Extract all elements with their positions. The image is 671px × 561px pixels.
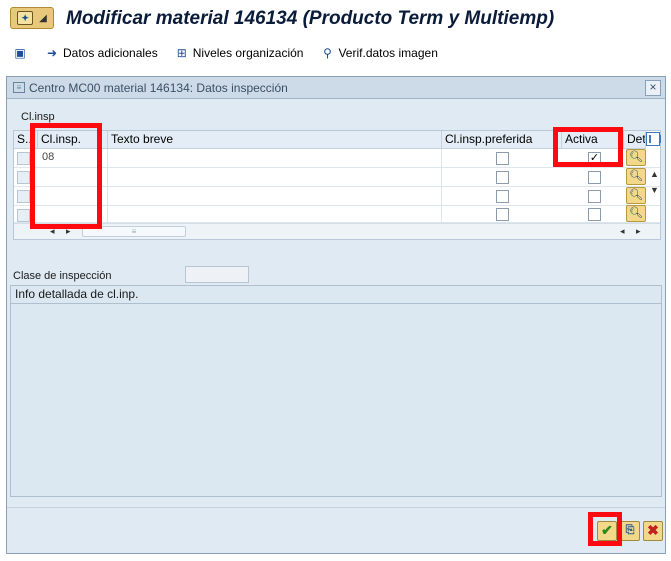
table-row: 🔍︎ bbox=[14, 187, 660, 206]
arrow-right-icon: ➜ bbox=[46, 46, 58, 60]
datos-adicionales-label: Datos adicionales bbox=[63, 46, 158, 60]
scroll-right-icon[interactable]: ▸ bbox=[636, 226, 641, 237]
scroll-left-icon[interactable]: ◂ bbox=[50, 226, 55, 237]
texto-breve-cell bbox=[108, 187, 442, 205]
datos-adicionales-button[interactable]: ➜ Datos adicionales bbox=[44, 46, 158, 60]
copy-icon: ⎘ bbox=[625, 524, 635, 536]
texto-breve-cell bbox=[108, 206, 442, 223]
close-icon: × bbox=[649, 80, 657, 94]
cancel-button[interactable]: ✖ bbox=[643, 521, 663, 541]
scroll-thumb[interactable]: ≡ bbox=[82, 226, 186, 237]
niveles-organizacion-label: Niveles organización bbox=[192, 46, 304, 60]
inspection-types-table: S... Cl.insp. Texto breve Cl.insp.prefer… bbox=[13, 130, 661, 240]
dialog-footer: ✔ ⎘ ✖ bbox=[7, 507, 665, 553]
confirm-button[interactable]: ✔ bbox=[597, 521, 617, 541]
column-header-activa[interactable]: Activa bbox=[562, 131, 624, 149]
clase-inspeccion-label: Clase de inspección bbox=[13, 270, 112, 282]
checkmark-icon: ✓ bbox=[589, 152, 600, 164]
row-select[interactable] bbox=[17, 171, 30, 184]
window-title: Modificar material 146134 (Producto Term… bbox=[66, 8, 555, 29]
checkmark-icon: ✔ bbox=[601, 522, 613, 538]
cl-insp-cell[interactable] bbox=[38, 168, 108, 186]
niveles-organizacion-button[interactable]: ⊞ Niveles organización bbox=[174, 46, 304, 60]
group-label: Cl.insp bbox=[21, 111, 55, 123]
activa-checkbox[interactable]: ✓ bbox=[588, 152, 601, 165]
clase-inspeccion-field[interactable] bbox=[185, 266, 249, 283]
layout-icon: ▣ bbox=[14, 46, 26, 60]
dropdown-icon: ◢ bbox=[39, 12, 47, 24]
verif-datos-imagen-button[interactable]: ⚲ Verif.datos imagen bbox=[319, 46, 438, 60]
details-button[interactable]: 🔍︎ bbox=[626, 187, 646, 204]
magnifier-icon: 🔍︎ bbox=[629, 207, 643, 219]
column-config-icon[interactable] bbox=[646, 132, 661, 146]
cl-insp-cell[interactable] bbox=[38, 187, 108, 205]
activa-checkbox[interactable] bbox=[588, 190, 601, 203]
dialog-title: Centro MC00 material 146134: Datos inspe… bbox=[29, 80, 288, 95]
info-detallada-title: Info detallada de cl.inp. bbox=[11, 286, 661, 304]
menu-button[interactable]: ✦ ◢ bbox=[10, 7, 54, 29]
row-select[interactable] bbox=[17, 190, 30, 203]
horizontal-scrollbar[interactable]: ◂ ▸ ≡ ◂ ▸ bbox=[14, 223, 660, 239]
cl-insp-cell[interactable] bbox=[38, 206, 108, 223]
org-levels-icon: ⊞ bbox=[176, 46, 187, 60]
cancel-icon: ✖ bbox=[647, 522, 659, 538]
scroll-left-icon[interactable]: ◂ bbox=[620, 226, 625, 237]
preferida-checkbox[interactable] bbox=[496, 171, 509, 184]
column-header-cl-insp[interactable]: Cl.insp. bbox=[38, 131, 108, 149]
application-toolbar: ▣ ➜ Datos adicionales ⊞ Niveles organiza… bbox=[0, 38, 671, 68]
details-button[interactable]: 🔍︎ bbox=[626, 168, 646, 185]
scroll-up-icon[interactable]: ▲ bbox=[650, 169, 659, 179]
inspection-data-dialog: ≡ Centro MC00 material 146134: Datos ins… bbox=[6, 76, 666, 554]
table-row: 🔍︎ bbox=[14, 205, 660, 223]
row-select[interactable] bbox=[17, 152, 30, 165]
preferida-checkbox[interactable] bbox=[496, 190, 509, 203]
magnifier-icon: 🔍︎ bbox=[629, 151, 643, 163]
texto-breve-cell bbox=[108, 149, 442, 167]
column-header-preferida[interactable]: Cl.insp.preferida bbox=[442, 131, 562, 149]
activa-checkbox[interactable] bbox=[588, 171, 601, 184]
close-button[interactable]: × bbox=[645, 80, 661, 96]
check-data-icon: ⚲ bbox=[323, 46, 332, 60]
magnifier-icon: 🔍︎ bbox=[629, 189, 643, 201]
transfer-button[interactable]: ⎘ bbox=[620, 521, 640, 541]
activa-checkbox[interactable] bbox=[588, 208, 601, 221]
vertical-scrollbar[interactable]: ▲ ▼ bbox=[650, 149, 660, 223]
details-button[interactable]: 🔍︎ bbox=[626, 205, 646, 222]
column-header-texto-breve[interactable]: Texto breve bbox=[108, 131, 442, 149]
preferida-checkbox[interactable] bbox=[496, 208, 509, 221]
table-row: 🔍︎ bbox=[14, 168, 660, 187]
title-bar: ✦ ◢ Modificar material 146134 (Producto … bbox=[0, 0, 671, 38]
column-header-det[interactable]: Det. bbox=[624, 131, 646, 149]
dialog-icon: ≡ bbox=[13, 82, 25, 93]
dialog-header: ≡ Centro MC00 material 146134: Datos ins… bbox=[7, 77, 665, 99]
sap-menu-icon: ✦ bbox=[17, 11, 34, 25]
details-button[interactable]: 🔍︎ bbox=[626, 149, 646, 166]
verif-datos-imagen-label: Verif.datos imagen bbox=[338, 46, 438, 60]
texto-breve-cell bbox=[108, 168, 442, 186]
row-select[interactable] bbox=[17, 209, 30, 222]
settings-icon-button[interactable]: ▣ bbox=[12, 46, 28, 60]
scroll-down-icon[interactable]: ▼ bbox=[650, 185, 659, 195]
table-row: 08 ✓ 🔍︎ bbox=[14, 149, 660, 168]
magnifier-icon: 🔍︎ bbox=[629, 170, 643, 182]
info-detallada-panel: Info detallada de cl.inp. bbox=[10, 285, 662, 497]
preferida-checkbox[interactable] bbox=[496, 152, 509, 165]
cl-insp-value: 08 bbox=[42, 151, 55, 163]
scroll-right-icon[interactable]: ▸ bbox=[66, 226, 71, 237]
column-header-sel[interactable]: S... bbox=[14, 131, 38, 149]
